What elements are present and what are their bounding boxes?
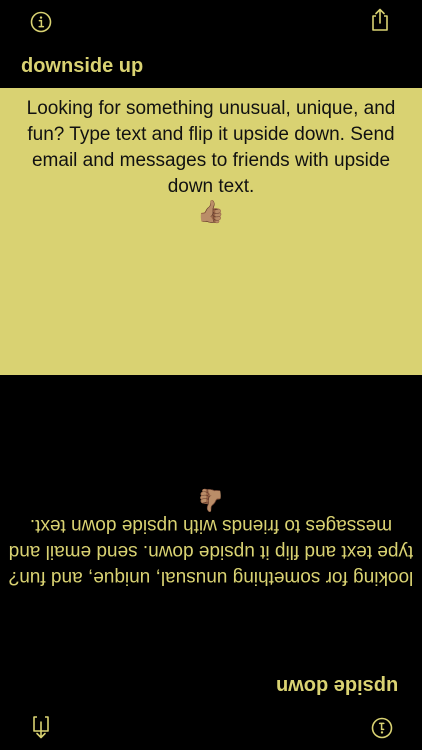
info-button-top[interactable] xyxy=(29,10,53,34)
download-icon xyxy=(33,716,49,739)
app-title: downside up xyxy=(21,55,144,77)
input-text[interactable]: Looking for something unusual, unique, a… xyxy=(8,96,414,226)
info-circle-icon xyxy=(30,11,52,33)
info-circle-icon xyxy=(371,717,393,739)
thumbs-down-emoji: 👍🏽 xyxy=(197,487,225,512)
share-button[interactable] xyxy=(368,8,392,32)
flipped-output: looking for something unusual, unique, a… xyxy=(8,486,414,590)
info-button-bottom[interactable] xyxy=(370,716,394,740)
download-button[interactable] xyxy=(29,715,53,739)
input-panel[interactable]: Looking for something unusual, unique, a… xyxy=(0,88,422,375)
share-icon xyxy=(372,8,388,31)
flipped-title: upside down xyxy=(276,675,399,697)
flipped-text-content: looking for something unusual, unique, a… xyxy=(8,515,414,588)
thumbs-up-emoji: 👍🏽 xyxy=(197,200,225,225)
input-text-content: Looking for something unusual, unique, a… xyxy=(26,98,396,197)
